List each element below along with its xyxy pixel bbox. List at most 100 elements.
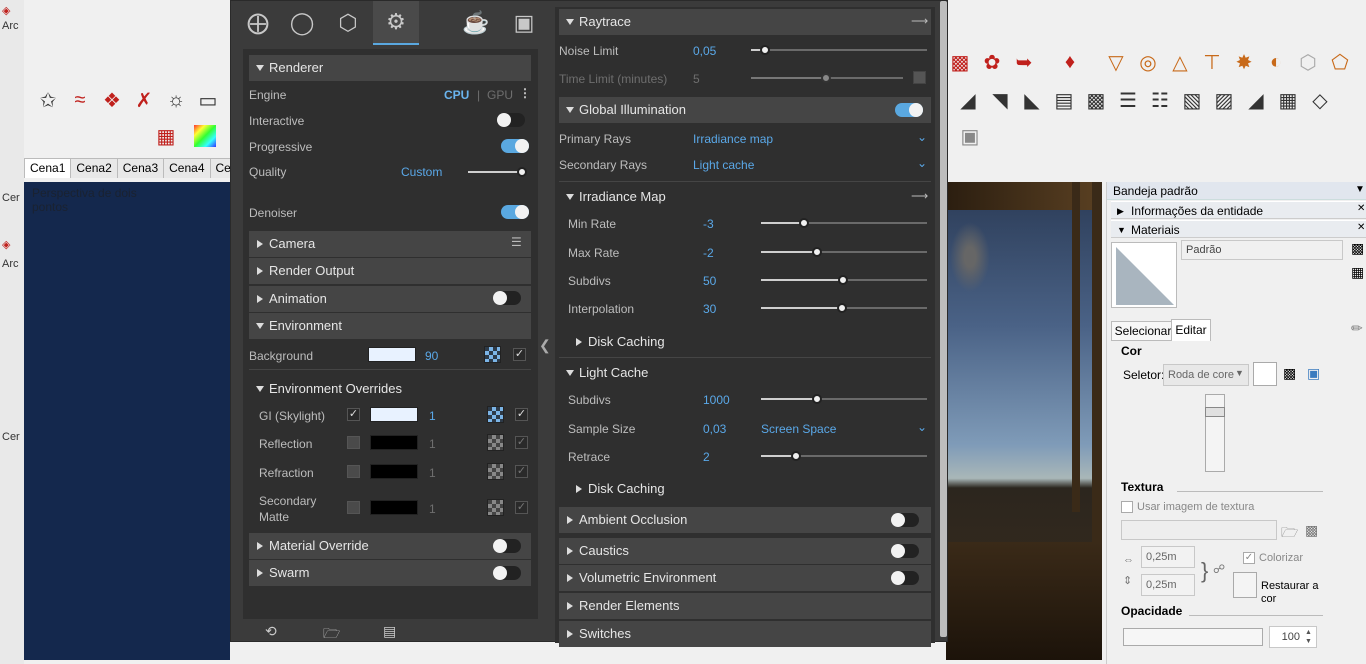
paint-icon[interactable]: ❖: [98, 86, 126, 114]
swarm-section[interactable]: Swarm: [249, 560, 531, 586]
frame-buffer-icon[interactable]: ▣: [501, 1, 547, 45]
ambient-occlusion-section[interactable]: Ambient Occlusion: [559, 507, 931, 533]
columns-icon[interactable]: ☷: [1146, 86, 1174, 114]
override-value[interactable]: 1: [429, 502, 436, 516]
render-output-section[interactable]: Render Output: [249, 258, 531, 284]
layers-icon[interactable]: ▦: [152, 122, 180, 150]
more-icon[interactable]: ⋮: [519, 86, 531, 100]
hatch-icon[interactable]: ▧: [1178, 86, 1206, 114]
override-enable-checkbox[interactable]: ✓: [515, 436, 528, 449]
background-color-swatch[interactable]: [368, 347, 416, 362]
lines-icon[interactable]: ☰: [1114, 86, 1142, 114]
override-color-swatch[interactable]: [370, 500, 418, 515]
global-illumination-section[interactable]: Global Illumination: [559, 97, 931, 123]
light-cache-section[interactable]: Light Cache: [559, 360, 931, 386]
camera-settings-icon[interactable]: ☰: [511, 235, 522, 249]
tab-select[interactable]: Selecionar: [1111, 321, 1175, 341]
sample-size-value[interactable]: 0,03: [703, 422, 726, 436]
scene-tab[interactable]: Cena3: [116, 158, 165, 178]
arc-icon[interactable]: ☼: [162, 86, 190, 114]
restore-color-button[interactable]: [1233, 572, 1257, 598]
render-elements-section[interactable]: Render Elements: [559, 593, 931, 619]
noise-limit-slider[interactable]: [751, 45, 927, 55]
color-swatch[interactable]: [1253, 362, 1277, 386]
override-enable-checkbox[interactable]: ✓: [515, 408, 528, 421]
materials-tab-icon[interactable]: ⨁: [235, 1, 281, 45]
engine-gpu-option[interactable]: GPU: [487, 88, 513, 102]
lights-tab-icon[interactable]: ◯: [279, 1, 325, 45]
collapse-panel-icon[interactable]: ❮: [539, 337, 551, 354]
irradiance-map-section[interactable]: Irradiance Map: [559, 184, 931, 210]
scene-tab[interactable]: Cena4: [163, 158, 211, 178]
material-override-toggle[interactable]: [493, 539, 521, 553]
line-icon[interactable]: ✗: [130, 86, 158, 114]
open-folder-icon[interactable]: 🗁: [323, 623, 340, 647]
spinner-icon[interactable]: ▲ ▼: [1305, 628, 1312, 646]
lc-disk-caching-section[interactable]: Disk Caching: [568, 476, 930, 502]
override-checkbox[interactable]: ✓: [347, 408, 360, 421]
hatch-icon[interactable]: ◢: [1242, 86, 1270, 114]
pin-icon[interactable]: ⟶: [911, 189, 928, 203]
scene-tab[interactable]: Cena2: [70, 158, 118, 178]
reset-icon[interactable]: ⟲: [265, 623, 277, 640]
secondary-rays-dropdown[interactable]: Light cache: [693, 158, 754, 172]
sample-paint-icon[interactable]: ▦: [1351, 264, 1364, 281]
ruby-icon[interactable]: ♦: [1056, 48, 1084, 76]
max-rate-value[interactable]: -2: [703, 246, 714, 260]
scrollbar[interactable]: [940, 1, 947, 641]
override-color-swatch[interactable]: [370, 435, 418, 450]
override-value[interactable]: 1: [429, 466, 436, 480]
polyline-icon[interactable]: ≈: [66, 86, 94, 114]
pin-icon[interactable]: ▼: [1355, 184, 1365, 195]
settings-tab-icon[interactable]: ⚙: [373, 1, 419, 45]
materials-panel[interactable]: Materiais: [1111, 220, 1366, 239]
animation-section[interactable]: Animation: [249, 286, 531, 312]
override-color-swatch[interactable]: [370, 464, 418, 479]
raytrace-section[interactable]: Raytrace: [559, 9, 931, 35]
render-teapot-icon[interactable]: ☕: [453, 1, 499, 45]
stairs-icon[interactable]: ◢: [954, 86, 982, 114]
material-override-section[interactable]: Material Override: [249, 533, 531, 559]
edit-texture-icon[interactable]: ▩: [1305, 522, 1318, 539]
interactive-toggle[interactable]: [497, 113, 525, 127]
override-checkbox[interactable]: ✓: [347, 465, 360, 478]
lock-icon[interactable]: ▣: [956, 122, 984, 150]
geometry-tab-icon[interactable]: ⬡: [325, 1, 371, 45]
caustics-toggle[interactable]: [891, 544, 919, 558]
chevron-down-icon[interactable]: ▼: [1235, 368, 1244, 378]
omni-light-icon[interactable]: ⊤: [1198, 48, 1226, 76]
material-name-input[interactable]: Padrão: [1181, 240, 1343, 260]
irradiance-disk-caching-section[interactable]: Disk Caching: [568, 329, 930, 355]
chevron-down-icon[interactable]: ⌄: [917, 420, 927, 434]
save-icon[interactable]: ▤: [383, 623, 396, 640]
use-texture-checkbox[interactable]: [1121, 501, 1133, 513]
lc-subdivs-slider[interactable]: [761, 394, 927, 404]
close-icon[interactable]: ✕: [1357, 203, 1365, 214]
export-icon[interactable]: ▩: [946, 48, 974, 76]
override-texture-icon[interactable]: [487, 406, 504, 423]
retrace-slider[interactable]: [761, 451, 927, 461]
irradiance-subdivs-slider[interactable]: [761, 275, 927, 285]
override-value[interactable]: 1: [429, 409, 436, 423]
spot-light-icon[interactable]: △: [1166, 48, 1194, 76]
chevron-down-icon[interactable]: ⌄: [917, 156, 927, 170]
ies-light-icon[interactable]: ▽: [1102, 48, 1130, 76]
model-viewport[interactable]: [24, 182, 230, 660]
hatch-icon[interactable]: ▦: [1274, 86, 1302, 114]
override-texture-icon[interactable]: [487, 499, 504, 516]
tab-edit[interactable]: Editar: [1171, 319, 1211, 341]
quality-slider[interactable]: [468, 167, 527, 177]
environment-overrides-section[interactable]: Environment Overrides: [249, 376, 531, 402]
interpolation-value[interactable]: 30: [703, 302, 716, 316]
eyedropper-icon[interactable]: ✏: [1351, 320, 1363, 337]
hatch-icon[interactable]: ◇: [1306, 86, 1334, 114]
close-icon[interactable]: ✕: [1357, 222, 1365, 233]
irradiance-subdivs-value[interactable]: 50: [703, 274, 716, 288]
max-rate-slider[interactable]: [761, 247, 927, 257]
stairs-icon[interactable]: ◥: [986, 86, 1014, 114]
quality-value[interactable]: Custom: [401, 165, 442, 179]
override-checkbox[interactable]: ✓: [347, 501, 360, 514]
min-rate-slider[interactable]: [761, 218, 927, 228]
background-checkbox[interactable]: ✓: [513, 348, 526, 361]
primary-rays-dropdown[interactable]: Irradiance map: [693, 132, 773, 146]
